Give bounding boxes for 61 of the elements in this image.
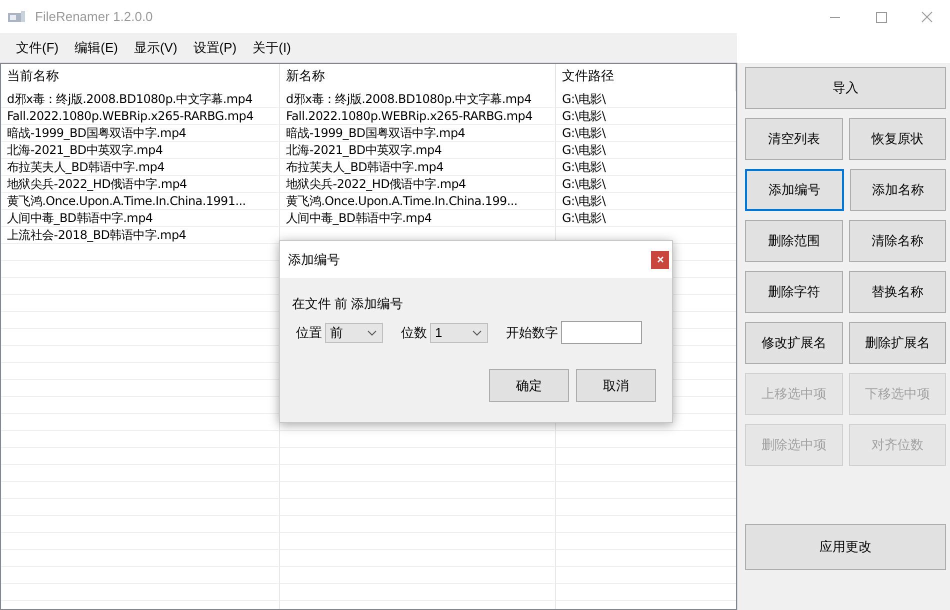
dropdown[interactable]: 前 [325,322,383,342]
caret-icon [367,330,377,336]
table-cell-text: 布拉芙夫人_BD韩语中字.mp4 [285,159,444,176]
menu-item[interactable]: 设置(P) [185,38,245,56]
field-label: 位数 [401,324,427,342]
dropdown[interactable]: 1 [430,322,488,342]
close-icon [656,256,664,263]
input-field[interactable] [561,321,642,344]
dialog-message: 在文件 前 添加编号 [292,295,404,313]
table-cell-text: 黄飞鸿.Once.Upon.A.Time.In.China.1991... [6,193,247,210]
table-cell-text: 布拉芙夫人_BD韩语中字.mp4 [6,159,166,176]
apply-button[interactable]: 应用更改 [745,524,946,570]
table-cell-text: 北海-2021_BD中英双字.mp4 [6,142,164,159]
table-cell-text: 黄飞鸿.Once.Upon.A.Time.In.China.199... [285,193,518,210]
table-cell-text: G:\电影\ [561,193,607,210]
table-cell-text: 暗战-1999_BD国粤双语中字.mp4 [6,125,188,142]
column-header[interactable]: 文件路径 [556,64,736,91]
table-cell-text: 人间中毒_BD韩语中字.mp4 [285,210,433,227]
table-cell-text: G:\电影\ [561,142,607,159]
menu-item[interactable]: 编辑(E) [66,38,126,56]
menu-item[interactable]: 显示(V) [126,38,186,56]
table-cell-text: G:\电影\ [561,108,607,125]
table-cell-text: G:\电影\ [561,210,607,227]
table-cell-text: 地狱尖兵-2022_HD俄语中字.mp4 [6,176,188,193]
window-title: FileRenamer 1.2.0.0 [35,9,153,24]
menu-item[interactable]: 关于(I) [244,38,299,56]
table-cell-text: d邪x毒：终j版.2008.BD1080p.中文字幕.mp4 [6,91,254,108]
column-header[interactable]: 当前名称 [1,64,280,91]
table-cell-text: Fall.2022.1080p.WEBRip.x265-RARBG.mp4 [6,108,254,125]
table-cell-text: d邪x毒：终j版.2008.BD1080p.中文字幕.mp4 [285,91,532,108]
dialog-title: 添加编号 [288,250,340,268]
table-cell-text: G:\电影\ [561,125,607,142]
close-button[interactable] [651,250,669,268]
table-cell-text: 人间中毒_BD韩语中字.mp4 [6,210,154,227]
table-cell-text: G:\电影\ [561,91,607,108]
table-cell-text: 上流社会-2018_BD韩语中字.mp4 [6,227,188,244]
action-button[interactable]: 清空列表 [745,118,842,160]
column-header[interactable]: 新名称 [280,64,556,91]
action-button[interactable]: 导入 [745,67,946,109]
caret-icon [472,330,482,336]
table-cell-text: 地狱尖兵-2022_HD俄语中字.mp4 [285,176,467,193]
app-icon [8,10,25,22]
table-cell-text: 暗战-1999_BD国粤双语中字.mp4 [285,125,466,142]
action-button[interactable]: 清除名称 [848,220,946,262]
table-cell-text: 北海-2021_BD中英双字.mp4 [285,142,443,159]
action-button[interactable]: 修改扩展名 [745,322,842,364]
field-label: 位置 [296,324,322,342]
field-label: 开始数字 [506,324,558,342]
action-button[interactable]: 恢复原状 [848,118,946,160]
action-button[interactable]: 删除扩展名 [848,322,946,364]
action-button[interactable]: 删除字符 [745,271,842,313]
table-cell-text: Fall.2022.1080p.WEBRip.x265-RARBG.mp4 [285,108,534,125]
table-cell-text: G:\电影\ [561,159,607,176]
action-button[interactable]: 删除范围 [745,220,842,262]
table-cell-text: G:\电影\ [561,176,607,193]
menu-item[interactable]: 文件(F) [8,38,67,56]
action-button[interactable]: 添加名称 [850,169,946,211]
action-button[interactable]: 添加编号 [745,169,844,211]
dialog-button[interactable]: 取消 [576,369,656,402]
action-button[interactable]: 替换名称 [848,271,946,313]
dialog-button[interactable]: 确定 [489,369,569,402]
